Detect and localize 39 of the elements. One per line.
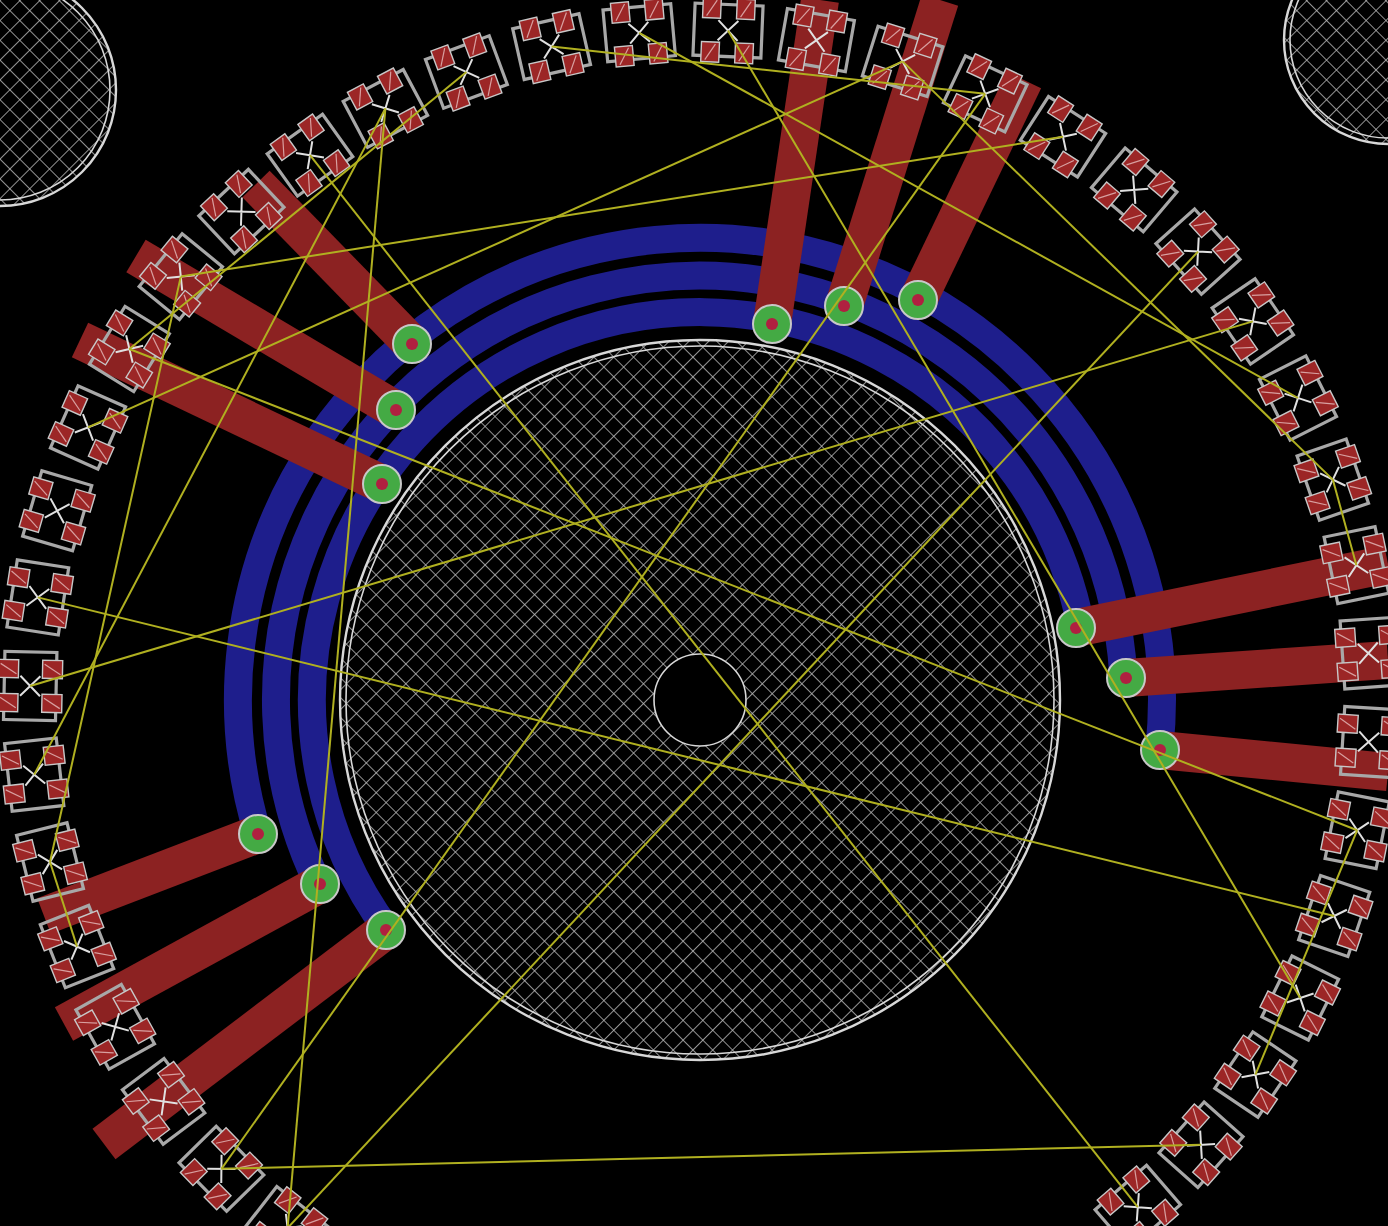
smd-component[interactable] (1, 558, 75, 637)
smd-component[interactable] (265, 112, 355, 199)
smd-component[interactable] (1156, 1099, 1246, 1190)
smd-component[interactable] (1018, 94, 1108, 180)
smd-component[interactable] (1209, 276, 1296, 367)
smd-component[interactable] (0, 736, 70, 814)
smd-component[interactable] (242, 1184, 333, 1226)
smd-component[interactable] (1089, 145, 1180, 234)
smd-component[interactable] (1334, 704, 1388, 780)
smd-component[interactable] (1294, 873, 1374, 959)
smd-component[interactable] (1256, 353, 1340, 443)
smd-component[interactable] (120, 1056, 208, 1147)
smd-component[interactable] (1319, 524, 1388, 606)
smd-component[interactable] (601, 0, 678, 68)
pcb-canvas[interactable] (0, 0, 1388, 1226)
smd-component[interactable] (36, 903, 118, 990)
smd-component[interactable] (510, 8, 593, 85)
smd-component[interactable] (860, 22, 945, 101)
smd-component[interactable] (691, 0, 765, 65)
smd-component[interactable] (1092, 1163, 1183, 1226)
smd-component[interactable] (1319, 789, 1388, 871)
smd-component[interactable] (341, 67, 430, 150)
smd-component[interactable] (47, 383, 129, 472)
smd-component[interactable] (11, 820, 89, 904)
smd-component[interactable] (1153, 206, 1243, 297)
smd-component[interactable] (196, 167, 287, 257)
smd-component[interactable] (941, 52, 1030, 135)
smd-component[interactable] (176, 1124, 267, 1214)
smd-component[interactable] (18, 468, 97, 553)
smd-component[interactable] (87, 304, 172, 394)
smd-component[interactable] (73, 982, 157, 1072)
smd-component[interactable] (136, 231, 225, 322)
smd-component[interactable] (0, 649, 64, 723)
smd-component[interactable] (1259, 953, 1342, 1043)
smd-component[interactable] (776, 3, 857, 78)
smd-component[interactable] (1212, 1029, 1299, 1120)
smd-component[interactable] (423, 32, 510, 112)
smd-component[interactable] (1333, 615, 1388, 691)
smd-component[interactable] (1293, 436, 1373, 523)
